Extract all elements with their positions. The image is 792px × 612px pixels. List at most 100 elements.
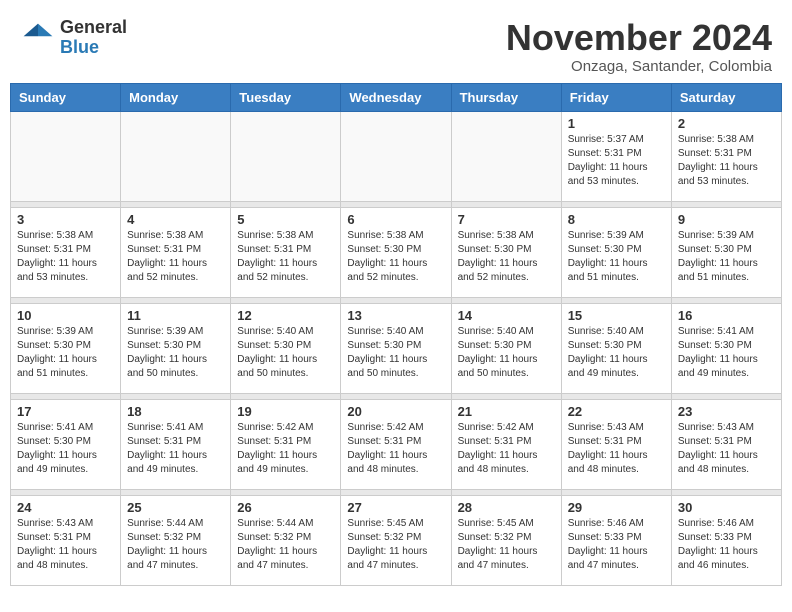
title-block: November 2024 Onzaga, Santander, Colombi… <box>506 18 772 75</box>
day-number: 16 <box>678 308 775 323</box>
logo: General Blue <box>20 18 127 58</box>
day-number: 14 <box>458 308 555 323</box>
day-info: Sunrise: 5:40 AM Sunset: 5:30 PM Dayligh… <box>458 325 555 381</box>
day-number: 9 <box>678 212 775 227</box>
calendar-week-row: 24 Sunrise: 5:43 AM Sunset: 5:31 PM Dayli… <box>11 495 782 585</box>
day-number: 4 <box>127 212 224 227</box>
calendar-cell: 22 Sunrise: 5:43 AM Sunset: 5:31 PM Dayli… <box>561 399 671 489</box>
day-number: 10 <box>17 308 114 323</box>
day-number: 5 <box>237 212 334 227</box>
calendar-cell: 13 Sunrise: 5:40 AM Sunset: 5:30 PM Dayli… <box>341 303 451 393</box>
day-info: Sunrise: 5:41 AM Sunset: 5:30 PM Dayligh… <box>678 325 775 381</box>
day-info: Sunrise: 5:44 AM Sunset: 5:32 PM Dayligh… <box>237 517 334 573</box>
calendar-cell: 10 Sunrise: 5:39 AM Sunset: 5:30 PM Dayli… <box>11 303 121 393</box>
calendar-cell <box>121 111 231 201</box>
day-info: Sunrise: 5:38 AM Sunset: 5:31 PM Dayligh… <box>237 229 334 285</box>
day-info: Sunrise: 5:46 AM Sunset: 5:33 PM Dayligh… <box>568 517 665 573</box>
day-info: Sunrise: 5:43 AM Sunset: 5:31 PM Dayligh… <box>17 517 114 573</box>
day-number: 19 <box>237 404 334 419</box>
calendar-table: SundayMondayTuesdayWednesdayThursdayFrid… <box>10 83 782 586</box>
day-number: 11 <box>127 308 224 323</box>
calendar-cell: 30 Sunrise: 5:46 AM Sunset: 5:33 PM Dayli… <box>671 495 781 585</box>
calendar-cell: 21 Sunrise: 5:42 AM Sunset: 5:31 PM Dayli… <box>451 399 561 489</box>
calendar-cell <box>451 111 561 201</box>
day-info: Sunrise: 5:43 AM Sunset: 5:31 PM Dayligh… <box>568 421 665 477</box>
calendar-cell: 24 Sunrise: 5:43 AM Sunset: 5:31 PM Dayli… <box>11 495 121 585</box>
calendar-cell: 5 Sunrise: 5:38 AM Sunset: 5:31 PM Daylig… <box>231 207 341 297</box>
day-info: Sunrise: 5:39 AM Sunset: 5:30 PM Dayligh… <box>127 325 224 381</box>
calendar-cell: 16 Sunrise: 5:41 AM Sunset: 5:30 PM Dayli… <box>671 303 781 393</box>
calendar-cell: 12Sunrise: 5:40 AM Sunset: 5:30 PM Dayli… <box>231 303 341 393</box>
day-number: 15 <box>568 308 665 323</box>
day-number: 25 <box>127 500 224 515</box>
day-info: Sunrise: 5:40 AM Sunset: 5:30 PM Dayligh… <box>347 325 444 381</box>
day-info: Sunrise: 5:39 AM Sunset: 5:30 PM Dayligh… <box>678 229 775 285</box>
day-number: 23 <box>678 404 775 419</box>
calendar-header-sunday: Sunday <box>11 83 121 111</box>
calendar-cell: 1 Sunrise: 5:37 AM Sunset: 5:31 PM Daylig… <box>561 111 671 201</box>
day-number: 29 <box>568 500 665 515</box>
day-info: Sunrise: 5:39 AM Sunset: 5:30 PM Dayligh… <box>568 229 665 285</box>
calendar-cell: 29 Sunrise: 5:46 AM Sunset: 5:33 PM Dayli… <box>561 495 671 585</box>
day-number: 27 <box>347 500 444 515</box>
calendar-cell: 25Sunrise: 5:44 AM Sunset: 5:32 PM Dayli… <box>121 495 231 585</box>
day-number: 30 <box>678 500 775 515</box>
calendar-cell: 7 Sunrise: 5:38 AM Sunset: 5:30 PM Daylig… <box>451 207 561 297</box>
day-number: 26 <box>237 500 334 515</box>
day-number: 28 <box>458 500 555 515</box>
day-number: 21 <box>458 404 555 419</box>
calendar-header-friday: Friday <box>561 83 671 111</box>
logo-icon <box>20 20 56 56</box>
day-info: Sunrise: 5:45 AM Sunset: 5:32 PM Dayligh… <box>347 517 444 573</box>
calendar-cell: 8Sunrise: 5:39 AM Sunset: 5:30 PM Daylig… <box>561 207 671 297</box>
calendar-cell: 14 Sunrise: 5:40 AM Sunset: 5:30 PM Dayli… <box>451 303 561 393</box>
day-info: Sunrise: 5:38 AM Sunset: 5:31 PM Dayligh… <box>678 133 775 189</box>
calendar-cell: 28 Sunrise: 5:45 AM Sunset: 5:32 PM Dayli… <box>451 495 561 585</box>
calendar-cell: 2 Sunrise: 5:38 AM Sunset: 5:31 PM Daylig… <box>671 111 781 201</box>
day-number: 13 <box>347 308 444 323</box>
day-info: Sunrise: 5:40 AM Sunset: 5:30 PM Dayligh… <box>568 325 665 381</box>
day-info: Sunrise: 5:42 AM Sunset: 5:31 PM Dayligh… <box>237 421 334 477</box>
location: Onzaga, Santander, Colombia <box>506 58 772 75</box>
day-number: 22 <box>568 404 665 419</box>
calendar-header-tuesday: Tuesday <box>231 83 341 111</box>
day-number: 2 <box>678 116 775 131</box>
page-header: General Blue November 2024 Onzaga, Santa… <box>10 10 782 75</box>
calendar-cell: 9 Sunrise: 5:39 AM Sunset: 5:30 PM Daylig… <box>671 207 781 297</box>
day-info: Sunrise: 5:41 AM Sunset: 5:31 PM Dayligh… <box>127 421 224 477</box>
day-info: Sunrise: 5:42 AM Sunset: 5:31 PM Dayligh… <box>347 421 444 477</box>
calendar-cell: 23 Sunrise: 5:43 AM Sunset: 5:31 PM Dayli… <box>671 399 781 489</box>
day-info: Sunrise: 5:46 AM Sunset: 5:33 PM Dayligh… <box>678 517 775 573</box>
day-info: Sunrise: 5:38 AM Sunset: 5:30 PM Dayligh… <box>458 229 555 285</box>
calendar-cell <box>231 111 341 201</box>
day-info: Sunrise: 5:38 AM Sunset: 5:31 PM Dayligh… <box>127 229 224 285</box>
day-number: 7 <box>458 212 555 227</box>
day-info: Sunrise: 5:37 AM Sunset: 5:31 PM Dayligh… <box>568 133 665 189</box>
calendar-cell: 27 Sunrise: 5:45 AM Sunset: 5:32 PM Dayli… <box>341 495 451 585</box>
day-number: 24 <box>17 500 114 515</box>
day-number: 20 <box>347 404 444 419</box>
calendar-cell: 15 Sunrise: 5:40 AM Sunset: 5:30 PM Dayli… <box>561 303 671 393</box>
calendar-week-row: 3Sunrise: 5:38 AM Sunset: 5:31 PM Daylig… <box>11 207 782 297</box>
day-number: 18 <box>127 404 224 419</box>
day-info: Sunrise: 5:41 AM Sunset: 5:30 PM Dayligh… <box>17 421 114 477</box>
day-info: Sunrise: 5:43 AM Sunset: 5:31 PM Dayligh… <box>678 421 775 477</box>
calendar-cell: 4 Sunrise: 5:38 AM Sunset: 5:31 PM Daylig… <box>121 207 231 297</box>
month-title: November 2024 <box>506 18 772 58</box>
day-info: Sunrise: 5:38 AM Sunset: 5:31 PM Dayligh… <box>17 229 114 285</box>
logo-text: General Blue <box>60 18 127 58</box>
day-info: Sunrise: 5:39 AM Sunset: 5:30 PM Dayligh… <box>17 325 114 381</box>
calendar-cell: 26 Sunrise: 5:44 AM Sunset: 5:32 PM Dayli… <box>231 495 341 585</box>
day-info: Sunrise: 5:40 AM Sunset: 5:30 PM Dayligh… <box>237 325 334 381</box>
calendar-header-monday: Monday <box>121 83 231 111</box>
calendar-cell: 6Sunrise: 5:38 AM Sunset: 5:30 PM Daylig… <box>341 207 451 297</box>
calendar-cell: 11 Sunrise: 5:39 AM Sunset: 5:30 PM Dayli… <box>121 303 231 393</box>
calendar-week-row: 17 Sunrise: 5:41 AM Sunset: 5:30 PM Dayli… <box>11 399 782 489</box>
day-number: 1 <box>568 116 665 131</box>
logo-blue-text: Blue <box>60 38 127 58</box>
day-info: Sunrise: 5:45 AM Sunset: 5:32 PM Dayligh… <box>458 517 555 573</box>
calendar-cell: 19 Sunrise: 5:42 AM Sunset: 5:31 PM Dayli… <box>231 399 341 489</box>
day-info: Sunrise: 5:42 AM Sunset: 5:31 PM Dayligh… <box>458 421 555 477</box>
calendar-header-row: SundayMondayTuesdayWednesdayThursdayFrid… <box>11 83 782 111</box>
day-number: 17 <box>17 404 114 419</box>
